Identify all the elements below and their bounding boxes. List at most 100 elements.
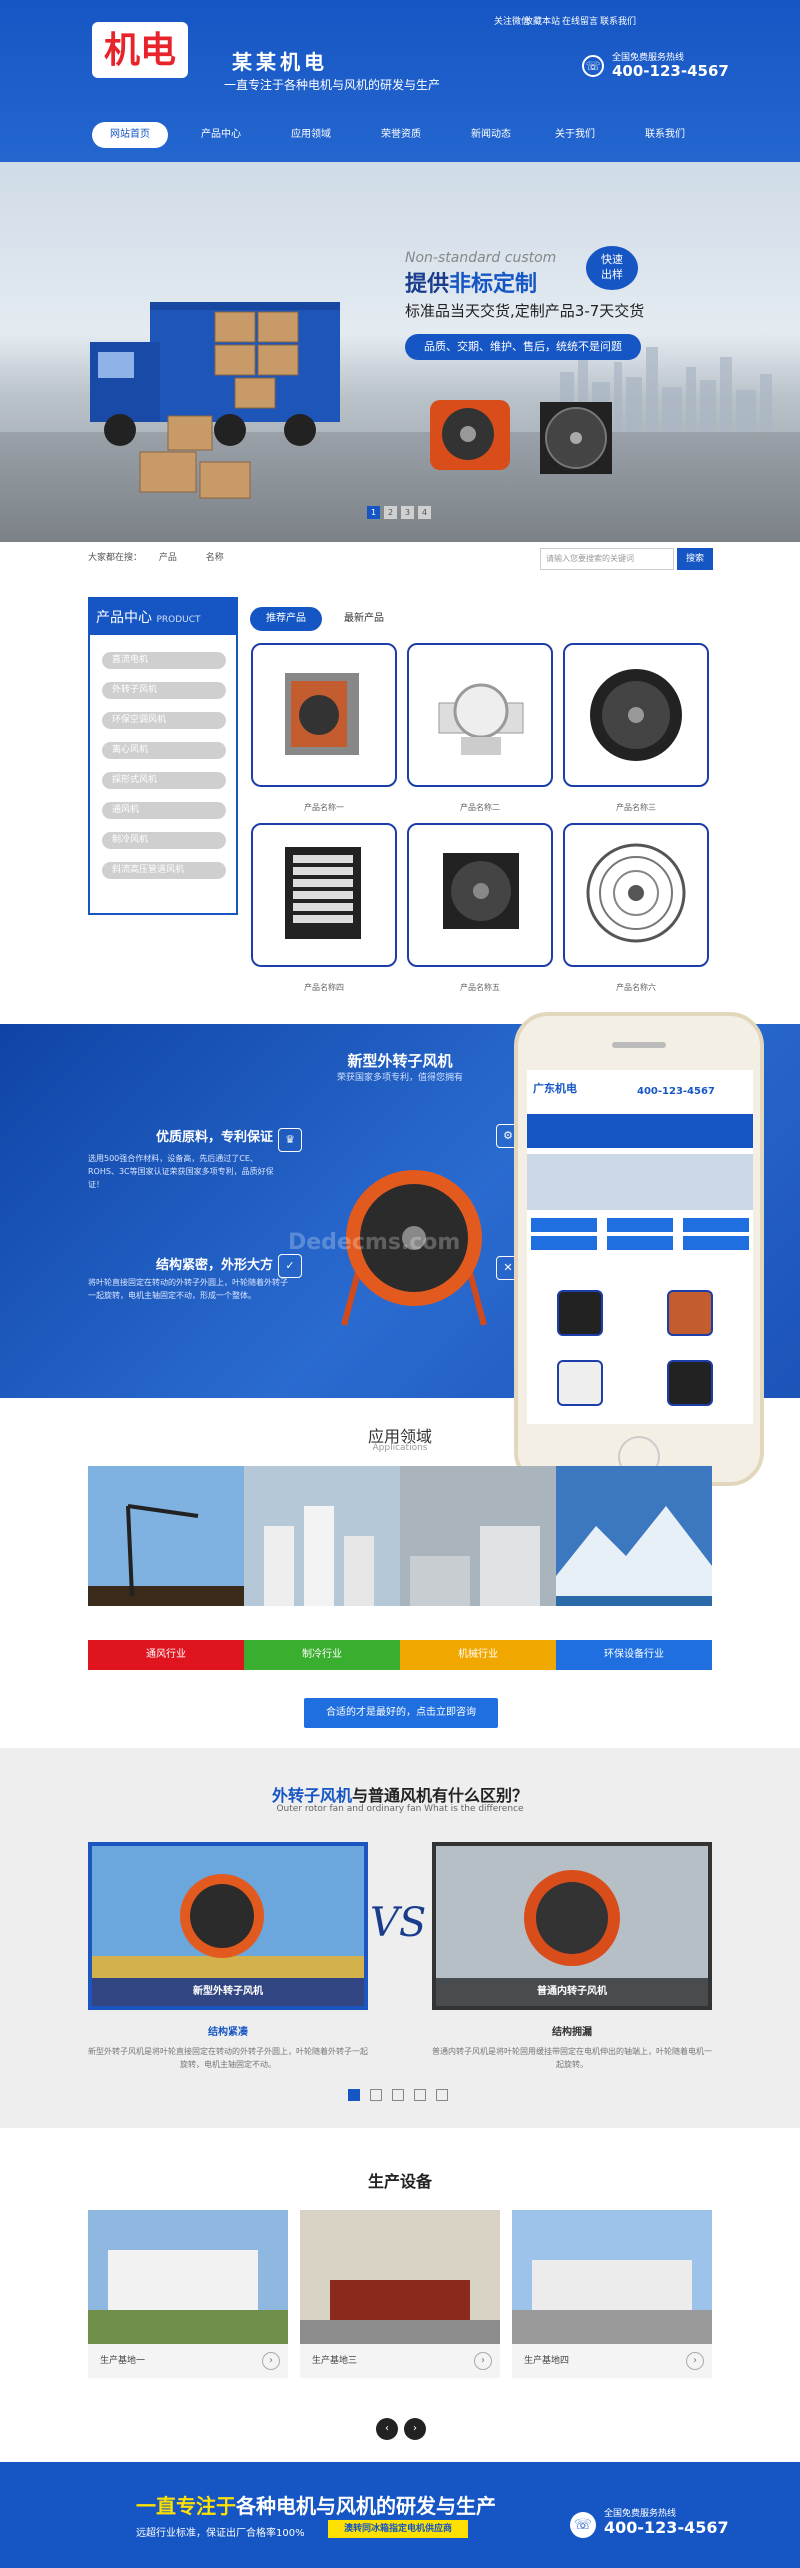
banner-english-title: Non-standard custom xyxy=(405,250,557,266)
top-link-message[interactable]: 在线留言 xyxy=(562,14,598,27)
product-name[interactable]: 产品名称一 xyxy=(251,802,397,813)
app-image-ventilation xyxy=(88,1466,244,1606)
tab-recommended[interactable]: 推荐产品 xyxy=(250,607,322,631)
site-logo[interactable]: 机电 xyxy=(92,22,188,78)
compare-dot[interactable] xyxy=(370,2089,382,2101)
compare-dot[interactable] xyxy=(436,2089,448,2101)
production-caption[interactable]: 生产基地一 xyxy=(88,2344,288,2378)
product-card[interactable] xyxy=(251,823,397,967)
nav-products[interactable]: 产品中心 xyxy=(176,122,266,148)
banner-badge-line1: 快速 xyxy=(601,253,623,266)
phone-brand: 广东机电 xyxy=(533,1082,577,1095)
phone-banner xyxy=(527,1154,753,1210)
nav-about[interactable]: 关于我们 xyxy=(530,122,620,148)
product-name[interactable]: 产品名称二 xyxy=(407,802,553,813)
compare-dot[interactable] xyxy=(392,2089,404,2101)
production-image-3 xyxy=(512,2210,712,2344)
category-item[interactable]: 採形式风机 xyxy=(102,772,226,789)
nav-honors[interactable]: 荣誉资质 xyxy=(356,122,446,148)
chevron-right-icon[interactable]: › xyxy=(474,2352,492,2370)
category-item[interactable]: 通风机 xyxy=(102,802,226,819)
nav-home[interactable]: 网站首页 xyxy=(92,122,168,148)
banner-title: 提供非标定制 xyxy=(405,266,537,298)
category-item[interactable]: 直流电机 xyxy=(102,652,226,669)
banner-subtitle: 标准品当天交货,定制产品3-7天交货 xyxy=(405,302,645,320)
top-link-favorite[interactable]: 收藏本站 xyxy=(524,14,560,27)
product-name[interactable]: 产品名称三 xyxy=(563,802,709,813)
phone-hotline: 400-123-4567 xyxy=(637,1086,715,1097)
category-item[interactable]: 外转子风机 xyxy=(102,682,226,699)
prev-button[interactable]: ‹ xyxy=(376,2418,398,2440)
product-name[interactable]: 产品名称六 xyxy=(563,982,709,993)
hotline-number: 400-123-4567 xyxy=(612,62,729,80)
product-card[interactable] xyxy=(407,643,553,787)
footer-slogan-a: 一直专注于 xyxy=(136,2494,236,2518)
hot-search-label: 大家都在搜： xyxy=(88,553,143,563)
app-label-refrigeration[interactable]: 制冷行业 xyxy=(244,1640,400,1670)
nav-news[interactable]: 新闻动态 xyxy=(446,122,536,148)
footer-slogan: 一直专注于各种电机与风机的研发与生产 xyxy=(136,2490,496,2519)
product-card[interactable] xyxy=(407,823,553,967)
grille-fan-image xyxy=(586,843,686,943)
phone-cat xyxy=(531,1218,597,1232)
hot-search: 大家都在搜： 产品 名称 xyxy=(88,550,224,563)
phone-product xyxy=(557,1290,603,1336)
banner-badge-line2: 出样 xyxy=(601,268,623,281)
search-input[interactable]: 请输入您要搜索的关键词 xyxy=(540,548,674,570)
feature-block1-text: 选用500强合作材料，设备高，先后通过了CE、ROHS、3C等国家认证荣获国家多… xyxy=(88,1154,274,1189)
phone-icon: ☏ xyxy=(582,55,604,77)
compare-dot[interactable] xyxy=(414,2089,426,2101)
product-category-title: 产品中心 PRODUCT xyxy=(88,597,238,635)
phone-icon: ☏ xyxy=(570,2512,596,2538)
app-label-environment[interactable]: 环保设备行业 xyxy=(556,1640,712,1670)
consult-button[interactable]: 合适的才是最好的，点击立即咨询 xyxy=(304,1698,498,1728)
category-item[interactable]: 制冷风机 xyxy=(102,832,226,849)
footer-quality-text: 远超行业标准，保证出厂合格率100% xyxy=(136,2528,305,2539)
product-card[interactable] xyxy=(251,643,397,787)
brand-name: 某某机电 xyxy=(232,50,328,74)
banner-dot-4[interactable]: 4 xyxy=(418,506,431,519)
product-card[interactable] xyxy=(563,643,709,787)
compare-subtitle: Outer rotor fan and ordinary fan What is… xyxy=(276,1804,524,1814)
hot-search-item[interactable]: 产品 xyxy=(159,553,177,563)
phone-product xyxy=(557,1360,603,1406)
tab-latest[interactable]: 最新产品 xyxy=(328,607,400,631)
product-name[interactable]: 产品名称四 xyxy=(251,982,397,993)
phone-cat xyxy=(607,1218,673,1232)
search-button[interactable]: 搜索 xyxy=(677,548,713,570)
wall-fan-image xyxy=(443,853,519,929)
product-card[interactable] xyxy=(563,823,709,967)
category-item[interactable]: 离心风机 xyxy=(102,742,226,759)
footer-slogan-b: 各种电机与风机的研发与生产 xyxy=(236,2494,496,2518)
app-image-machinery xyxy=(400,1466,556,1606)
compare-right-text: 普通内转子风机是将叶轮固用缓挂带固定在电机伸出的轴端上，叶轮随着电机一起旋转。 xyxy=(432,2047,712,2069)
header-slogan: 一直专注于各种电机与风机的研发与生产 xyxy=(224,78,441,92)
app-label-ventilation[interactable]: 通风行业 xyxy=(88,1640,244,1670)
chevron-right-icon[interactable]: › xyxy=(686,2352,704,2370)
category-item[interactable]: 斜流高压管道风机 xyxy=(102,862,226,879)
product-name[interactable]: 产品名称五 xyxy=(407,982,553,993)
banner-dot-2[interactable]: 2 xyxy=(384,506,397,519)
chevron-right-icon[interactable]: › xyxy=(262,2352,280,2370)
app-image-refrigeration xyxy=(244,1466,400,1606)
banner-dot-3[interactable]: 3 xyxy=(401,506,414,519)
phone-cat xyxy=(607,1236,673,1250)
phone-nav xyxy=(527,1114,753,1148)
compare-left-label: 新型外转子风机 xyxy=(92,1978,364,2006)
feature-block2-title: 结构紧密，外形大方 xyxy=(156,1258,274,1273)
compare-dot[interactable] xyxy=(348,2089,360,2101)
nav-contact[interactable]: 联系我们 xyxy=(620,122,710,148)
next-button[interactable]: › xyxy=(404,2418,426,2440)
hot-search-item[interactable]: 名称 xyxy=(206,553,224,563)
banner-dot-1[interactable]: 1 xyxy=(367,506,380,519)
app-label-machinery[interactable]: 机械行业 xyxy=(400,1640,556,1670)
category-item[interactable]: 环保空调风机 xyxy=(102,712,226,729)
hero-banner[interactable]: Non-standard custom 提供非标定制 标准品当天交货,定制产品3… xyxy=(0,162,800,542)
duct-fan-image xyxy=(438,683,524,755)
top-link-contact[interactable]: 联系我们 xyxy=(600,14,636,27)
nav-applications[interactable]: 应用领域 xyxy=(266,122,356,148)
production-caption[interactable]: 生产基地三 xyxy=(300,2344,500,2378)
production-caption[interactable]: 生产基地四 xyxy=(512,2344,712,2378)
centrifugal-fan-image xyxy=(285,673,359,755)
banner-feature-bar: 品质、交期、维护、售后，统统不是问题 xyxy=(405,334,641,360)
